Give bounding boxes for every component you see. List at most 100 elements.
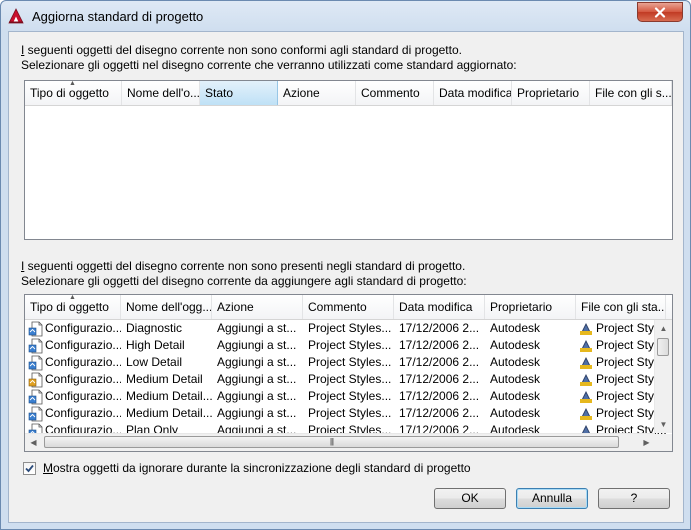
show-ignored-checkbox[interactable] — [23, 462, 36, 475]
column-header-7[interactable]: Proprietario — [512, 81, 590, 105]
vertical-scrollbar[interactable]: ▲ ▼ — [654, 320, 672, 433]
cell-type: Configurazio... — [25, 405, 121, 422]
column-header-5[interactable]: Data modifica — [394, 295, 485, 319]
cell-type: Configurazio... — [25, 371, 121, 388]
column-header-3[interactable]: Azione — [212, 295, 303, 319]
help-button[interactable]: ? — [598, 488, 670, 509]
cell-action: Aggiungi a st... — [212, 371, 303, 388]
cell-text: Aggiungi a st... — [217, 372, 297, 386]
config-document-icon — [28, 372, 44, 388]
scroll-left-arrow-icon[interactable]: ◀ — [25, 434, 42, 451]
vertical-scroll-thumb[interactable] — [657, 338, 669, 356]
cell-date: 17/12/2006 2... — [394, 354, 485, 371]
column-header-6[interactable]: Proprietario — [485, 295, 576, 319]
cell-text: 17/12/2006 2... — [399, 338, 480, 352]
cell-action: Aggiungi a st... — [212, 354, 303, 371]
horizontal-scrollbar[interactable]: ◀ ||| ▶ — [25, 433, 655, 451]
missing-objects-list[interactable]: Tipo di oggetto Nome dell'ogg... Azione Com… — [24, 294, 673, 452]
cell-text: 17/12/2006 2... — [399, 321, 480, 335]
cell-comment: Project Styles... — [303, 354, 394, 371]
scroll-up-arrow-icon[interactable]: ▲ — [655, 320, 672, 337]
cell-text: Low Detail — [126, 355, 183, 369]
cell-type: Configurazio... — [25, 320, 121, 337]
cell-text: High Detail — [126, 338, 185, 352]
cell-text: Aggiungi a st... — [217, 321, 297, 335]
project-styles-file-icon — [579, 322, 593, 336]
cell-text: Autodesk — [490, 372, 541, 386]
cell-type: Configurazio... — [25, 354, 121, 371]
cell-comment: Project Styles... — [303, 371, 394, 388]
column-header-2[interactable]: Nome dell'ogg... — [121, 295, 212, 319]
project-styles-file-icon — [579, 390, 593, 404]
column-header-5[interactable]: Commento — [356, 81, 434, 105]
cell-owner: Autodesk — [485, 354, 576, 371]
cell-date: 17/12/2006 2... — [394, 320, 485, 337]
column-header-2[interactable]: Nome dell'o... — [122, 81, 200, 105]
table-row[interactable]: Configurazio... Diagnostic Aggiungi a st..… — [25, 320, 666, 337]
checkmark-icon — [25, 464, 34, 473]
column-header-7[interactable]: File con gli sta... — [576, 295, 666, 319]
project-styles-file-icon — [579, 339, 593, 353]
cell-text: Diagnostic — [126, 321, 183, 335]
cell-text: Configurazio... — [45, 389, 121, 403]
show-ignored-label[interactable]: Mostra oggetti da ignorare durante la si… — [43, 461, 471, 475]
table-row[interactable]: Configurazio... Medium Detail Aggiungi a s… — [25, 371, 666, 388]
cell-file: Project Styl... — [576, 405, 666, 422]
cell-text: Medium Detail... — [126, 389, 212, 403]
cell-text: Project Styles... — [308, 372, 392, 386]
cell-name: Medium Detail — [121, 371, 212, 388]
cell-text: Aggiungi a st... — [217, 338, 297, 352]
cell-comment: Project Styles... — [303, 320, 394, 337]
column-header-8[interactable]: File con gli s... — [590, 81, 672, 105]
close-button[interactable] — [637, 2, 683, 22]
cell-text: Project Styles... — [308, 321, 392, 335]
cell-text: Autodesk — [490, 389, 541, 403]
scroll-right-arrow-icon[interactable]: ▶ — [638, 434, 655, 451]
config-document-icon — [28, 406, 44, 422]
cell-name: Medium Detail... — [121, 405, 212, 422]
sort-ascending-icon: ▲ — [69, 294, 76, 301]
cell-date: 17/12/2006 2... — [394, 371, 485, 388]
cell-comment: Project Styles... — [303, 337, 394, 354]
close-icon — [654, 6, 666, 18]
project-styles-file-icon — [579, 356, 593, 370]
ok-button[interactable]: OK — [434, 488, 506, 509]
cell-text: Medium Detail — [126, 372, 203, 386]
table-row[interactable]: Configurazio... Low Detail Aggiungi a st..… — [25, 354, 666, 371]
project-styles-file-icon — [579, 373, 593, 387]
cell-text: Autodesk — [490, 406, 541, 420]
scroll-down-arrow-icon[interactable]: ▼ — [655, 416, 672, 433]
cancel-button[interactable]: Annulla — [516, 488, 588, 509]
window-title: Aggiorna standard di progetto — [32, 9, 204, 24]
section2-line2: Selezionare gli oggetti del disegno corr… — [21, 274, 467, 288]
column-header-4[interactable]: Commento — [303, 295, 394, 319]
cell-date: 17/12/2006 2... — [394, 388, 485, 405]
config-document-icon — [28, 389, 44, 405]
cell-text: 17/12/2006 2... — [399, 372, 480, 386]
cell-text: Autodesk — [490, 338, 541, 352]
table-row[interactable]: Configurazio... Medium Detail... Aggiungi … — [25, 405, 666, 422]
cell-owner: Autodesk — [485, 405, 576, 422]
cell-text: Configurazio... — [45, 406, 121, 420]
nonconforming-objects-list[interactable]: Tipo di oggetto ▲ Nome dell'o... Stato Azion… — [24, 80, 673, 240]
table-row[interactable]: Configurazio... High Detail Aggiungi a st.… — [25, 337, 666, 354]
section2-message: I seguenti oggetti del disegno corrente … — [21, 259, 467, 289]
cell-comment: Project Styles... — [303, 405, 394, 422]
dialog-window: Aggiorna standard di progetto I seguenti… — [0, 0, 691, 530]
dialog-client-area: I seguenti oggetti del disegno corrente … — [8, 31, 684, 523]
nonconforming-list-header: Tipo di oggetto ▲ Nome dell'o... Stato Azion… — [25, 81, 672, 106]
column-header-6[interactable]: Data modifica — [434, 81, 512, 105]
missing-list-header: Tipo di oggetto Nome dell'ogg... Azione Com… — [25, 295, 672, 320]
table-row[interactable]: Configurazio... Medium Detail... Aggiungi … — [25, 388, 666, 405]
cell-text: 17/12/2006 2... — [399, 389, 480, 403]
title-bar[interactable]: Aggiorna standard di progetto — [1, 1, 690, 31]
column-header-3[interactable]: Stato — [200, 81, 278, 105]
cell-owner: Autodesk — [485, 320, 576, 337]
autocad-a-icon — [8, 8, 24, 24]
cell-date: 17/12/2006 2... — [394, 405, 485, 422]
column-header-4[interactable]: Azione — [278, 81, 356, 105]
horizontal-scroll-thumb[interactable]: ||| — [44, 436, 619, 448]
cell-text: Aggiungi a st... — [217, 406, 297, 420]
project-styles-file-icon — [579, 407, 593, 421]
cell-file: Project Styl... — [576, 371, 666, 388]
